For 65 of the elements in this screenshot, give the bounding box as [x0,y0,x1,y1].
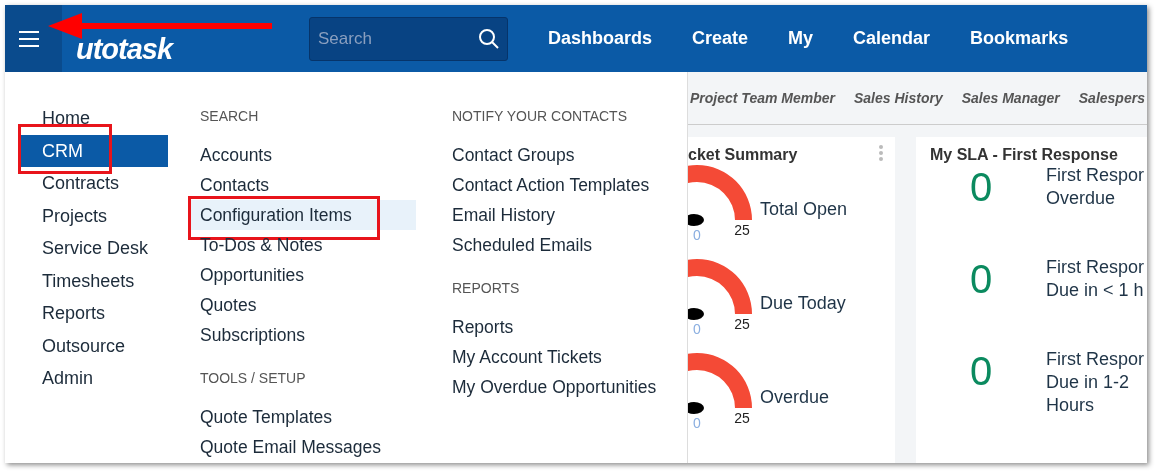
module-item[interactable]: Reports [18,297,168,330]
menu-icon [18,30,39,47]
gauge-label: Overdue [760,387,830,408]
module-item[interactable]: CRM [18,134,168,167]
gauge-needle [688,214,704,226]
module-item[interactable]: Outsource [18,329,168,362]
menu-item[interactable]: Quote Email Messages [190,432,416,462]
module-item[interactable]: Timesheets [18,264,168,297]
count-value: 0 [968,256,994,302]
nav-link[interactable]: Dashboards [548,28,653,49]
menu-item[interactable]: Scheduled Emails [442,230,682,260]
module-item[interactable]: Home [18,102,168,135]
menu-item[interactable]: Subscriptions [190,320,416,350]
gauge-label: Due Today [760,293,846,314]
menu-item[interactable]: Email History [442,200,682,230]
gauge-arc [688,165,752,220]
menu-item[interactable]: Accounts [190,140,416,170]
search-field[interactable]: Search [309,16,508,61]
module-item[interactable]: Projects [18,199,168,232]
gauge-label: Total Open [760,199,848,220]
menu-item[interactable]: Contact Groups [442,140,682,170]
gauge-max: 25 [734,410,750,426]
menu-item[interactable]: Reports [442,312,682,342]
module-item[interactable]: Contracts [18,167,168,200]
gauge-arc [688,353,752,408]
nav-link[interactable]: Create [692,28,749,49]
gauge-min: 0 [693,321,701,337]
count-label: First Respor Due in < 1 h [1046,256,1144,302]
menu-item[interactable]: Contacts [190,170,416,200]
menu-item[interactable]: To-Dos & Notes [190,230,416,260]
menu-item[interactable]: My Overdue Opportunities [442,372,682,402]
filter-link[interactable]: Project Team Member [690,90,835,106]
gauge-min: 0 [693,227,701,243]
menu-item[interactable]: Configuration Items [190,200,416,230]
section-heading: REPORTS [451,280,521,298]
gauge-needle [688,402,704,414]
menu-item[interactable]: Contact Action Templates [442,170,682,200]
menu-item[interactable]: My Account Tickets [442,342,682,372]
section-heading: NOTIFY YOUR CONTACTS [451,108,628,126]
gauge-max: 25 [734,316,750,332]
module-item[interactable]: Service Desk [18,232,168,265]
widget-title: cket Summary [688,145,799,164]
count-value: 0 [968,348,994,394]
gauge-needle [688,308,704,320]
menu-item[interactable]: Quote Templates [190,402,416,432]
section-heading: SEARCH [199,108,260,126]
nav-link[interactable]: Calendar [853,28,931,49]
gauge-arc [688,259,752,314]
logo: utotask [76,33,175,66]
filter-link[interactable]: Sales History [854,90,943,106]
gauge-min: 0 [693,415,701,431]
filter-link[interactable]: Salespers [1078,90,1145,106]
nav-link[interactable]: My [788,28,814,49]
filter-link[interactable]: Sales Manager [961,90,1060,106]
menu-item[interactable]: Quotes [190,290,416,320]
menu-item[interactable]: Opportunities [190,260,416,290]
gauge-max: 25 [734,222,750,238]
count-label: First Respor Overdue [1046,164,1144,210]
count-value: 0 [968,164,994,210]
search-icon[interactable] [478,27,500,50]
module-item[interactable]: Admin [18,362,168,395]
section-heading: TOOLS / SETUP [199,370,307,388]
count-label: First Respor Due in 1-2 Hours [1046,348,1144,417]
widget-title: My SLA - First Response [929,145,1119,164]
nav-link[interactable]: Bookmarks [970,28,1069,49]
